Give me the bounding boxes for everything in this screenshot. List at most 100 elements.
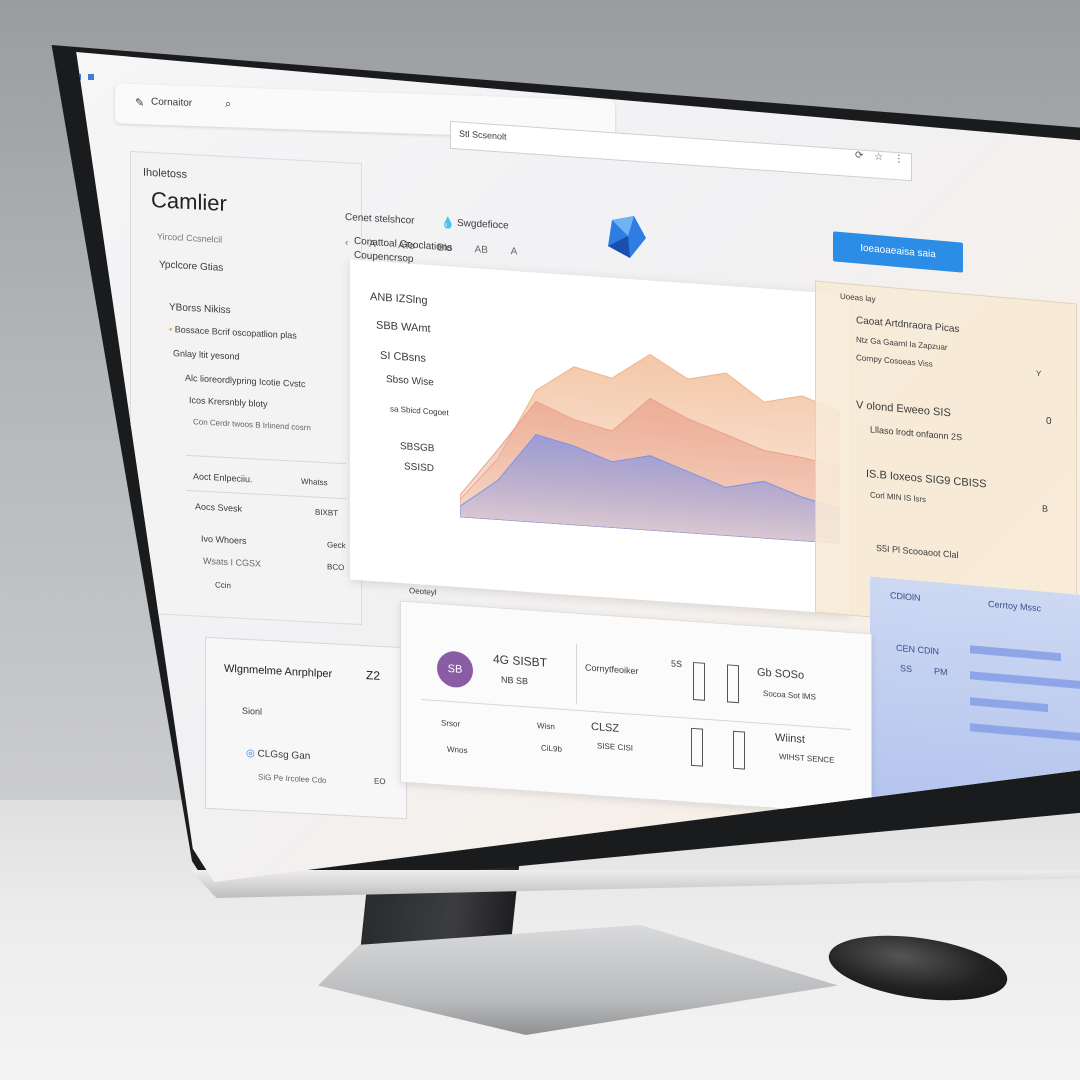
bar-icon	[691, 727, 703, 767]
stats-row-value-sub: WIHST SENCE	[779, 751, 835, 765]
chart-label: ANB IZSlng	[370, 290, 428, 307]
stats-col-title: Cornytfeoiker	[585, 662, 639, 677]
sidebar-item[interactable]: Icos Krersnbly bloty	[189, 395, 268, 409]
refresh-icon[interactable]: ⟳	[855, 150, 863, 162]
sidebar-item[interactable]: Alc lioreordlypring Icotie Cvstc	[185, 373, 306, 389]
details-line: Corl MIN IS lsrs	[870, 490, 926, 505]
card-footer-count: EO	[374, 776, 386, 787]
app-title: Camlier	[151, 187, 227, 216]
stats-row-label: Srsor	[441, 718, 461, 729]
search-icon[interactable]: ⌕	[225, 98, 231, 111]
summary-card: Wlgnmelme Anrphlper Z2 Sionl ◎ CLGsg Gan…	[205, 636, 407, 820]
bookmark-icon[interactable]: ☆	[874, 152, 883, 164]
bar-icon	[693, 661, 705, 701]
page-icon: ✎	[135, 96, 145, 110]
stats-row-label: Wisn	[537, 721, 555, 732]
radio-icon[interactable]: ◎	[246, 748, 255, 759]
stats-row-label: Wnos	[447, 744, 468, 756]
toolbar-icon[interactable]: AB	[475, 244, 488, 256]
stats-value-sub: Socoa Sot lMS	[763, 688, 816, 702]
monitor-screen: ✎ Cornaitor ⌕ Stl Scsenolt ⟳ ☆ ⋮ Iholeto…	[76, 52, 1080, 882]
address-bar[interactable]: Stl Scsenolt	[450, 120, 912, 182]
table-cell: Geck	[327, 540, 346, 551]
stats-value: 4G SISBT	[493, 652, 548, 670]
toolbar-icon[interactable]: A	[511, 246, 518, 257]
tab-title: Cornaitor	[151, 96, 193, 109]
details-line: Lllaso lrodt onfaonn 2S	[870, 424, 963, 443]
details-line: Ntz Ga Gaarnl Ia Zapzuar	[856, 335, 948, 353]
primary-button-label: Ioeaoaeaisa saia	[860, 242, 936, 261]
radio-option-label: CLGsg Gan	[257, 748, 311, 763]
chart-label: Sbso Wise	[386, 374, 434, 389]
sidebar-item-label: Con Cerdr twoos B Irlinend cosrn	[193, 417, 311, 433]
details-block-num: 0	[1046, 415, 1052, 428]
metric-bar	[970, 645, 1061, 662]
divider	[186, 454, 346, 465]
area-chart	[460, 353, 840, 544]
sidebar-item-label: YBorss Nikiss	[169, 301, 231, 317]
divider	[576, 643, 577, 704]
window-dot-icon[interactable]	[88, 74, 95, 80]
table-row[interactable]: Aocs Svesk BIXBT	[131, 152, 361, 518]
sidebar-group-title: Ypclcore Gtias	[159, 259, 224, 274]
back-icon[interactable]: ‹	[345, 237, 348, 248]
stats-value: Gb SOSo	[757, 666, 805, 682]
table-row[interactable]: Ccin	[131, 152, 361, 590]
details-line-num: Y	[1036, 368, 1042, 379]
chart-label: SBSGB	[400, 441, 435, 455]
table-row[interactable]: Wsats I CGSX BCO	[131, 152, 361, 572]
details-footer: S5I Pl Scooaoot Clal	[876, 542, 959, 561]
table-cell: Wsats I CGSX	[203, 555, 262, 569]
stats-row-label: CiL9b	[541, 743, 562, 754]
metrics-label-right: Cerrtoy Mssc	[988, 598, 1042, 614]
details-stat-num: B	[1042, 503, 1049, 514]
sidebar-item-label: Alc lioreordlypring Icotie Cvstc	[185, 372, 306, 390]
details-label: Uoeas lay	[840, 291, 876, 304]
stats-row-value: CLSZ	[591, 720, 620, 735]
chart-label: SSISD	[404, 461, 435, 475]
card-value: Z2	[366, 668, 381, 683]
table-cell: Ivo Whoers	[201, 533, 247, 547]
chart-label: sa Sbicd Cogoet	[390, 404, 449, 418]
card-footer: SiG Pe Ircolee Cdo	[258, 772, 327, 786]
chart-label: SBB WAmt	[376, 319, 431, 336]
sidebar-item-label: Gnlay ltit yesond	[173, 348, 240, 362]
sidebar-item[interactable]: Con Cerdr twoos B Irlinend cosrn	[193, 417, 311, 432]
metric-bar	[970, 723, 1080, 742]
menu-icon[interactable]: ⋮	[894, 153, 904, 165]
divider	[186, 489, 346, 500]
table-cell: Ccin	[215, 580, 232, 591]
chart-subtitle: Coupencrsop	[354, 249, 414, 265]
stats-label: Oeoteyl	[409, 586, 437, 598]
metrics-row-label: CEN CDlN	[896, 642, 940, 657]
chart-panel: Conattoal Gooclations Coupencrsop ANB IZ…	[350, 236, 850, 615]
details-line: Cornpy Cosoeas Viss	[856, 353, 933, 369]
droplet-icon: 💧	[441, 217, 455, 230]
metrics-label-left: CDlOlN	[890, 590, 921, 603]
sidebar-subtitle: Yircocl Ccsnelcil	[157, 231, 223, 245]
metric-bar	[970, 671, 1080, 689]
table-cell: Aocs Svesk	[195, 501, 243, 514]
sidebar-item[interactable]: Gnlay ltit yesond	[173, 348, 240, 361]
bar-icon	[733, 730, 745, 770]
stats-badge[interactable]: SB	[437, 650, 473, 689]
sidebar-item-label: Icos Krersnbly bloty	[189, 395, 268, 410]
stats-row-value: Wiinst	[775, 731, 805, 746]
table-cell: BCO	[327, 562, 345, 573]
stats-row-value-sub: SISE CISI	[597, 741, 634, 753]
sidebar-item-label: Bossace Bcrif oscopatlion plas	[174, 324, 297, 341]
metrics-row-value: PM	[934, 666, 948, 678]
sidebar-item[interactable]: ▪ Bossace Bcrif oscopatlion plas	[169, 324, 297, 341]
breadcrumb-right[interactable]: Swgdefioce	[457, 218, 509, 232]
radio-option[interactable]: ◎ CLGsg Gan	[246, 748, 310, 762]
card-title: Wlgnmelme Anrphlper	[224, 662, 333, 681]
stats-col-num: 5S	[671, 658, 683, 670]
metric-bar	[970, 697, 1048, 713]
primary-button[interactable]: Ioeaoaeaisa saia	[833, 231, 963, 273]
divider	[421, 698, 851, 731]
stats-value-sub: NB SB	[501, 674, 529, 687]
card-field: Sionl	[242, 705, 263, 717]
table-row[interactable]: Ivo Whoers Geck	[131, 152, 361, 551]
brand-logo-icon	[608, 216, 646, 258]
sidebar-item[interactable]: YBorss Nikiss	[169, 302, 231, 316]
